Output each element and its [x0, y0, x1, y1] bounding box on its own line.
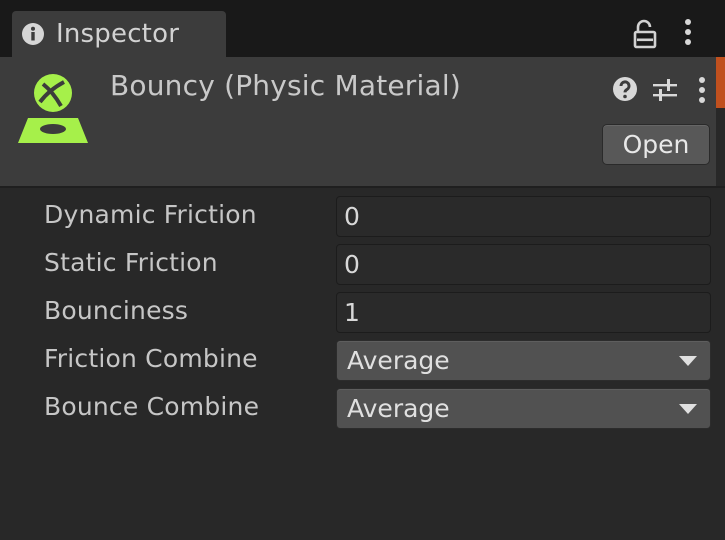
help-icon[interactable] [612, 76, 638, 102]
static-friction-label: Static Friction [44, 248, 218, 277]
kebab-menu-icon[interactable] [681, 17, 695, 47]
bounce-combine-value: Average [347, 394, 450, 423]
friction-combine-label: Friction Combine [44, 344, 258, 373]
dynamic-friction-label: Dynamic Friction [44, 200, 257, 229]
friction-combine-value: Average [347, 346, 450, 375]
chevron-down-icon [679, 404, 697, 414]
chevron-down-icon [679, 356, 697, 366]
tab-label: Inspector [56, 19, 180, 49]
tab-inspector[interactable]: Inspector [12, 11, 226, 57]
friction-combine-dropdown[interactable]: Average [336, 340, 711, 381]
header-divider [0, 186, 725, 188]
bounciness-label: Bounciness [44, 296, 189, 325]
info-icon [22, 23, 44, 45]
dynamic-friction-field[interactable]: 0 [336, 196, 711, 237]
bounce-combine-dropdown[interactable]: Average [336, 388, 711, 429]
static-friction-field[interactable]: 0 [336, 244, 711, 285]
presets-icon[interactable] [651, 76, 679, 104]
inspector-header: Bouncy (Physic Material) Open [0, 57, 716, 186]
bounciness-field[interactable]: 1 [336, 292, 711, 333]
kebab-menu-icon[interactable] [695, 74, 709, 106]
physic-material-icon [18, 74, 88, 143]
window-edge-accent [716, 57, 725, 108]
asset-title: Bouncy (Physic Material) [110, 69, 461, 102]
tab-bar: Inspector [0, 0, 725, 57]
bounce-combine-label: Bounce Combine [44, 392, 260, 421]
open-button[interactable]: Open [602, 124, 710, 165]
unlocked-icon[interactable] [632, 19, 658, 49]
